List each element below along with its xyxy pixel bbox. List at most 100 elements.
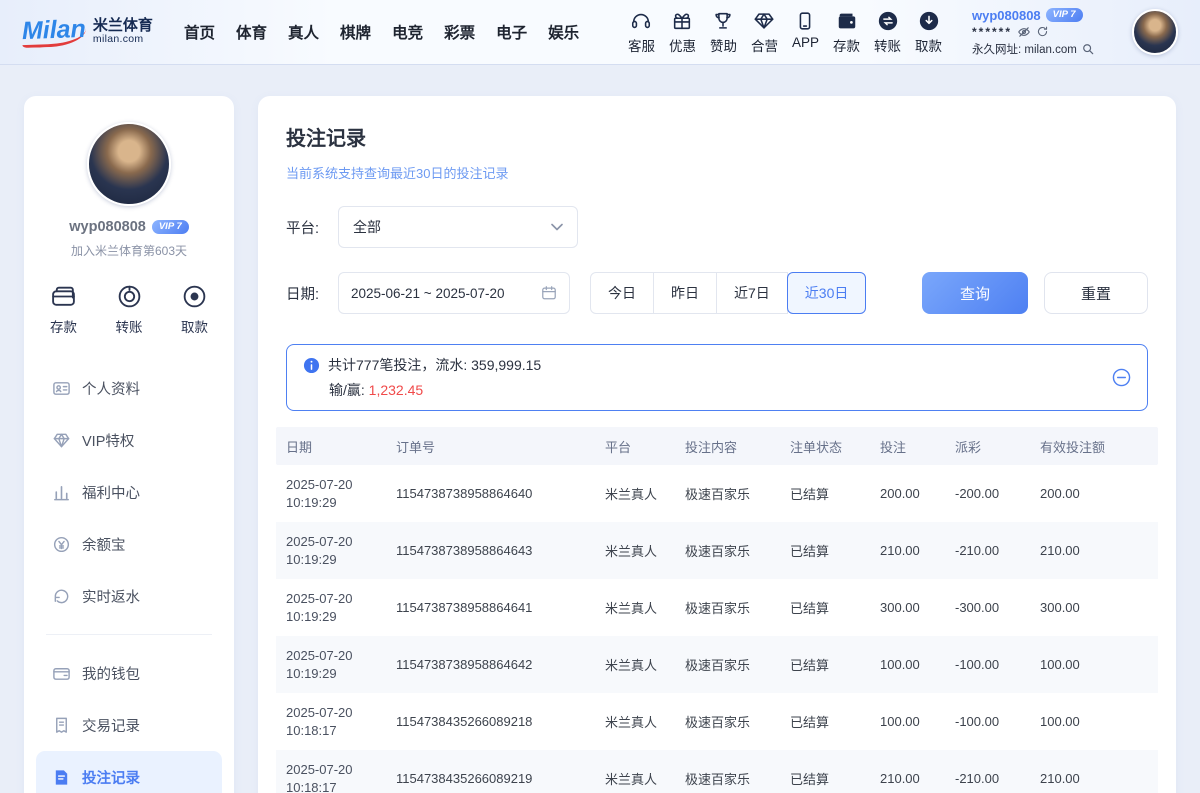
quick-partnership[interactable]: 合营 bbox=[751, 10, 778, 55]
cell-date: 2025-07-20 10:19:29 bbox=[286, 476, 396, 512]
table-row: 2025-07-20 10:19:29 1154738738958864642 … bbox=[276, 636, 1158, 693]
sidebar-item-transactions[interactable]: 交易记录 bbox=[36, 699, 222, 751]
cell-platform: 米兰真人 bbox=[605, 769, 685, 788]
quick-deposit[interactable]: 存款 bbox=[833, 10, 860, 55]
brand-logo[interactable]: Milan 米兰体育 milan.com bbox=[22, 18, 160, 47]
range-7days-button[interactable]: 近7日 bbox=[716, 272, 788, 314]
sidebar-item-label: 福利中心 bbox=[82, 482, 140, 503]
table-row: 2025-07-20 10:19:29 1154738738958864641 … bbox=[276, 579, 1158, 636]
wallet-actions: 存款 转账 取款 bbox=[36, 283, 222, 336]
cell-status: 已结算 bbox=[790, 712, 880, 731]
cell-payout: -100.00 bbox=[955, 714, 1040, 729]
quick-support-label: 客服 bbox=[628, 35, 655, 55]
platform-label: 平台: bbox=[286, 217, 338, 238]
page-title: 投注记录 bbox=[286, 122, 1148, 151]
sidebar-item-label: 投注记录 bbox=[82, 767, 140, 788]
nav-sports[interactable]: 体育 bbox=[236, 21, 267, 43]
sidebar-item-vip[interactable]: VIP特权 bbox=[36, 414, 222, 466]
range-today-button[interactable]: 今日 bbox=[590, 272, 654, 314]
page-subtitle: 当前系统支持查询最近30日的投注记录 bbox=[286, 163, 1148, 182]
brand-name-cn: 米兰体育 bbox=[93, 18, 153, 35]
sidebar-transfer-label: 转账 bbox=[116, 316, 143, 336]
nav-live-casino[interactable]: 真人 bbox=[288, 21, 319, 43]
brand-domain: milan.com bbox=[93, 34, 153, 46]
sidebar-item-welfare[interactable]: 福利中心 bbox=[36, 466, 222, 518]
quick-transfer[interactable]: 转账 bbox=[874, 10, 901, 55]
header-order: 订单号 bbox=[396, 437, 605, 456]
date-range-input[interactable]: 2025-06-21 ~ 2025-07-20 bbox=[338, 272, 570, 314]
content: wyp080808 VIP 7 加入米兰体育第603天 存款 转账 取款 个人资… bbox=[0, 64, 1200, 793]
sidebar-menu: 个人资料 VIP特权 福利中心 余额宝 实时返水 我的钱包 bbox=[36, 362, 222, 793]
brand-script: Milan bbox=[22, 16, 87, 47]
bet-records-table: 日期 订单号 平台 投注内容 注单状态 投注 派彩 有效投注额 2025-07-… bbox=[276, 427, 1158, 793]
gift-icon bbox=[671, 10, 693, 32]
nav-chess-games[interactable]: 棋牌 bbox=[340, 21, 371, 43]
cell-bet: 300.00 bbox=[880, 600, 955, 615]
cell-platform: 米兰真人 bbox=[605, 598, 685, 617]
search-icon[interactable] bbox=[1082, 43, 1094, 55]
bar-chart-icon bbox=[52, 483, 71, 502]
sidebar-item-rebate[interactable]: 实时返水 bbox=[36, 570, 222, 622]
joined-days: 加入米兰体育第603天 bbox=[36, 242, 222, 259]
quick-app-label: APP bbox=[792, 35, 819, 50]
sidebar-item-wallet[interactable]: 我的钱包 bbox=[36, 647, 222, 699]
cell-bet: 100.00 bbox=[880, 657, 955, 672]
quick-sponsor-label: 赞助 bbox=[710, 35, 737, 55]
cell-platform: 米兰真人 bbox=[605, 655, 685, 674]
range-yesterday-button[interactable]: 昨日 bbox=[653, 272, 717, 314]
range-30days-button[interactable]: 近30日 bbox=[787, 272, 867, 314]
nav-lottery[interactable]: 彩票 bbox=[444, 21, 475, 43]
quick-withdraw[interactable]: 取款 bbox=[915, 10, 942, 55]
nav-entertainment[interactable]: 娱乐 bbox=[548, 21, 579, 43]
target-icon bbox=[181, 283, 208, 310]
diamond-icon bbox=[753, 10, 775, 32]
cell-bet: 200.00 bbox=[880, 486, 955, 501]
sidebar-item-profile[interactable]: 个人资料 bbox=[36, 362, 222, 414]
sidebar-item-bet-records[interactable]: 投注记录 bbox=[36, 751, 222, 793]
cell-valid: 100.00 bbox=[1040, 657, 1148, 672]
table-header: 日期 订单号 平台 投注内容 注单状态 投注 派彩 有效投注额 bbox=[276, 427, 1158, 465]
sidebar-transfer[interactable]: 转账 bbox=[116, 283, 143, 336]
withdraw-icon bbox=[918, 10, 940, 32]
date-label: 日期: bbox=[286, 283, 338, 304]
nav-home[interactable]: 首页 bbox=[184, 21, 215, 43]
date-quick-ranges: 今日 昨日 近7日 近30日 bbox=[590, 272, 866, 314]
winloss-value: 1,232.45 bbox=[369, 382, 424, 398]
nav-esports[interactable]: 电竞 bbox=[392, 21, 423, 43]
eye-off-icon[interactable] bbox=[1017, 25, 1031, 39]
cell-payout: -100.00 bbox=[955, 657, 1040, 672]
query-button[interactable]: 查询 bbox=[922, 272, 1028, 314]
cell-content: 极速百家乐 bbox=[685, 712, 790, 731]
user-avatar[interactable] bbox=[1132, 9, 1178, 55]
cell-bet: 210.00 bbox=[880, 543, 955, 558]
sidebar-withdraw[interactable]: 取款 bbox=[181, 283, 208, 336]
cell-order: 1154738435266089219 bbox=[396, 771, 605, 786]
refresh-icon[interactable] bbox=[1036, 25, 1049, 38]
sidebar-deposit[interactable]: 存款 bbox=[50, 283, 77, 336]
header-content: 投注内容 bbox=[685, 437, 790, 456]
cell-order: 1154738738958864641 bbox=[396, 600, 605, 615]
quick-support[interactable]: 客服 bbox=[628, 10, 655, 55]
cell-platform: 米兰真人 bbox=[605, 541, 685, 560]
cell-valid: 100.00 bbox=[1040, 714, 1148, 729]
headset-icon bbox=[630, 10, 652, 32]
reset-button[interactable]: 重置 bbox=[1044, 272, 1148, 314]
cell-payout: -300.00 bbox=[955, 600, 1040, 615]
platform-filter-row: 平台: 全部 bbox=[286, 206, 1148, 248]
platform-select[interactable]: 全部 bbox=[338, 206, 578, 248]
quick-app[interactable]: APP bbox=[792, 10, 819, 55]
info-icon bbox=[303, 357, 320, 374]
quick-promotions[interactable]: 优惠 bbox=[669, 10, 696, 55]
sidebar-item-label: 余额宝 bbox=[82, 534, 126, 555]
cell-date: 2025-07-20 10:19:29 bbox=[286, 590, 396, 626]
cell-valid: 300.00 bbox=[1040, 600, 1148, 615]
collapse-icon[interactable] bbox=[1112, 368, 1131, 387]
cell-content: 极速百家乐 bbox=[685, 655, 790, 674]
username[interactable]: wyp080808 bbox=[972, 8, 1041, 23]
quick-sponsor[interactable]: 赞助 bbox=[710, 10, 737, 55]
sidebar-item-yuebao[interactable]: 余额宝 bbox=[36, 518, 222, 570]
nav-slots[interactable]: 电子 bbox=[496, 21, 527, 43]
cell-status: 已结算 bbox=[790, 598, 880, 617]
coin-icon bbox=[52, 535, 71, 554]
gem-icon bbox=[52, 431, 71, 450]
